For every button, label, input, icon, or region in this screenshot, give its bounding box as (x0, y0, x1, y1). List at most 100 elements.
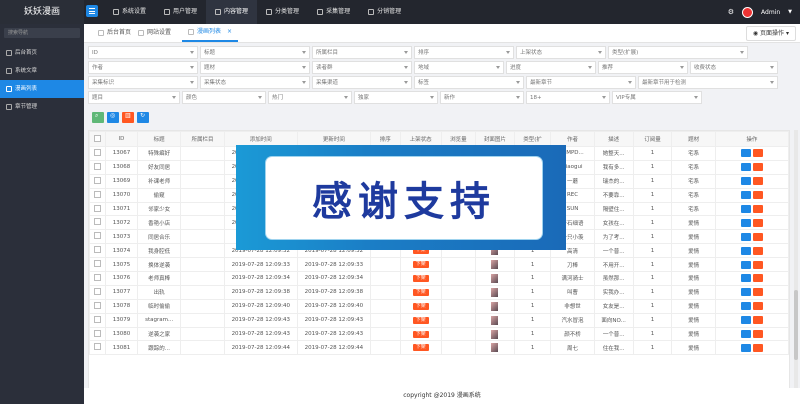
row-select[interactable] (89, 257, 106, 273)
sidebar-search-input[interactable]: 搜索导航 (4, 28, 80, 38)
edit-button[interactable] (740, 246, 751, 255)
filter-row1-5[interactable]: 类型(扩展) (608, 46, 748, 59)
scrollbar[interactable] (794, 130, 798, 390)
edit-button[interactable] (740, 232, 751, 241)
column-header[interactable]: 标题 (136, 131, 182, 147)
row-select[interactable] (89, 159, 106, 175)
close-icon[interactable]: × (227, 23, 232, 41)
filter-row4-5[interactable]: 18+ (526, 91, 610, 104)
cover-thumbnail[interactable] (491, 315, 499, 325)
edit-button[interactable] (740, 149, 751, 158)
delete-row-button[interactable] (752, 316, 763, 325)
nav-item-0[interactable]: 系统设置 (104, 0, 155, 24)
settings-icon[interactable]: ⚙ (728, 8, 734, 16)
edit-button[interactable] (740, 260, 751, 269)
filter-row4-6[interactable]: VIP专属 (612, 91, 702, 104)
filter-row2-4[interactable]: 进度 (506, 61, 596, 74)
row-checkbox[interactable] (93, 176, 101, 184)
sidebar-item-0[interactable]: 后台首页 (0, 44, 84, 62)
column-header[interactable]: ID (104, 131, 138, 147)
edit-button[interactable] (740, 205, 751, 213)
status-badge[interactable]: 下架 (412, 316, 429, 324)
cover-thumbnail[interactable] (491, 301, 499, 311)
row-select[interactable] (89, 243, 106, 259)
row-checkbox[interactable] (93, 246, 101, 254)
nav-item-5[interactable]: 分销管理 (359, 0, 410, 24)
row-checkbox[interactable] (93, 329, 101, 337)
status-badge[interactable]: 下架 (412, 344, 429, 352)
row-checkbox[interactable] (93, 148, 101, 156)
filter-row1-3[interactable]: 排序 (414, 46, 514, 59)
row-select[interactable] (89, 326, 106, 342)
nav-item-3[interactable]: 分类管理 (257, 0, 308, 24)
filter-row3-2[interactable]: 采集渠道 (312, 76, 412, 89)
edit-button[interactable] (740, 302, 751, 311)
edit-button[interactable] (740, 288, 751, 297)
delete-row-button[interactable] (752, 205, 763, 213)
search-button[interactable]: ⌕ (92, 112, 104, 123)
filter-row4-1[interactable]: 颜色 (182, 91, 266, 104)
status-badge[interactable]: 下架 (412, 288, 429, 296)
tab-2[interactable]: 漫画列表 × (182, 23, 239, 42)
avatar[interactable] (742, 6, 754, 18)
refresh-button[interactable]: ↻ (137, 112, 149, 123)
status-badge[interactable]: 下架 (412, 330, 429, 338)
row-checkbox[interactable] (93, 343, 101, 351)
reset-button[interactable]: ◎ (107, 112, 119, 123)
edit-button[interactable] (740, 330, 751, 339)
sidebar-item-2[interactable]: 漫画列表 (0, 80, 84, 98)
delete-row-button[interactable] (752, 288, 763, 297)
column-header[interactable]: 订阅量 (632, 131, 673, 147)
edit-button[interactable] (740, 274, 751, 283)
row-select[interactable] (89, 201, 106, 217)
filter-row4-3[interactable]: 独家 (354, 91, 438, 104)
edit-button[interactable] (740, 177, 751, 186)
row-select[interactable] (89, 146, 106, 161)
row-checkbox[interactable] (93, 190, 101, 198)
chevron-down-icon[interactable]: ▼ (788, 9, 792, 15)
row-select[interactable] (89, 271, 106, 286)
cover-thumbnail[interactable] (491, 329, 499, 339)
edit-button[interactable] (740, 316, 751, 325)
delete-row-button[interactable] (752, 330, 763, 339)
filter-row1-0[interactable]: ID (88, 46, 198, 59)
cover-thumbnail[interactable] (491, 260, 499, 270)
delete-row-button[interactable] (752, 163, 763, 172)
row-checkbox[interactable] (93, 232, 101, 240)
status-badge[interactable]: 下架 (412, 261, 429, 269)
row-select[interactable] (89, 298, 106, 314)
edit-button[interactable] (740, 218, 751, 227)
filter-row1-1[interactable]: 标题 (200, 46, 310, 59)
nav-item-2[interactable]: 内容管理 (206, 0, 258, 24)
row-checkbox[interactable] (93, 273, 101, 281)
cover-thumbnail[interactable] (491, 287, 499, 297)
delete-row-button[interactable] (752, 232, 763, 241)
nav-item-1[interactable]: 用户管理 (155, 0, 206, 24)
page-ops-button[interactable]: ◉ 页面操作 ▾ (745, 26, 796, 41)
row-select[interactable] (89, 340, 106, 356)
filter-row2-1[interactable]: 题材 (200, 61, 310, 74)
filter-row3-1[interactable]: 采集状态 (200, 76, 310, 89)
filter-row2-5[interactable]: 推荐 (598, 61, 688, 74)
edit-button[interactable] (740, 191, 751, 200)
delete-row-button[interactable] (752, 343, 763, 352)
cover-thumbnail[interactable] (491, 343, 499, 353)
scrollbar-thumb[interactable] (794, 290, 798, 360)
row-select[interactable] (89, 173, 106, 189)
filter-row4-2[interactable]: 热门 (268, 91, 352, 104)
select-all-checkbox[interactable] (89, 131, 106, 147)
filter-row2-2[interactable]: 读者群 (312, 61, 412, 74)
tab-1[interactable]: 网站设置 (132, 24, 177, 42)
filter-row3-4[interactable]: 最新章节 (526, 76, 636, 89)
delete-row-button[interactable] (752, 149, 763, 158)
sidebar-item-3[interactable]: 章节管理 (0, 98, 84, 116)
row-select[interactable] (89, 229, 106, 245)
column-header[interactable]: 题材 (671, 131, 716, 147)
delete-row-button[interactable] (752, 274, 763, 283)
delete-row-button[interactable] (752, 260, 763, 269)
nav-item-4[interactable]: 采集管理 (308, 0, 359, 24)
delete-row-button[interactable] (752, 218, 763, 227)
row-checkbox[interactable] (93, 301, 101, 309)
filter-row1-4[interactable]: 上架状态 (516, 46, 606, 59)
filter-row4-4[interactable]: 新作 (440, 91, 524, 104)
